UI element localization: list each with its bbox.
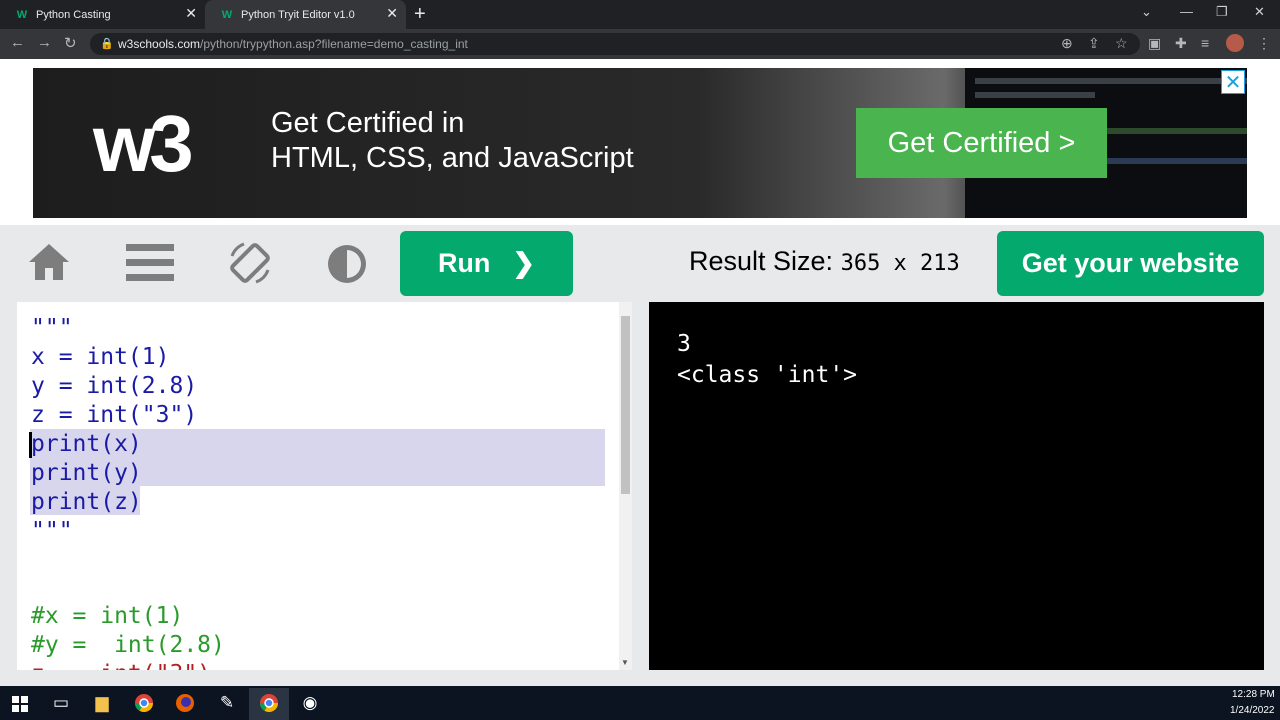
result-output [649, 302, 1264, 670]
new-tab-icon[interactable]: + [414, 3, 426, 26]
zoom-icon[interactable]: ⊕ [1061, 35, 1073, 52]
firefox-icon[interactable] [172, 690, 198, 716]
get-certified-button[interactable]: Get Certified > [856, 108, 1107, 178]
restore-icon[interactable]: ❐ [1216, 4, 1228, 20]
tab-search-icon[interactable]: ⌄ [1141, 4, 1152, 20]
menu-icon[interactable] [126, 244, 174, 282]
code-editor[interactable]: """ x = int(1) y = int(2.8) z = int("3")… [17, 302, 632, 670]
code-line[interactable]: y = int(2.8) [31, 372, 197, 401]
w3schools-favicon-icon: W [221, 8, 233, 21]
window-close-icon[interactable]: ✕ [1254, 4, 1265, 20]
editor-scrollbar-thumb[interactable] [621, 316, 630, 494]
close-tab-icon[interactable]: ✕ [386, 5, 398, 22]
theme-contrast-icon[interactable] [326, 243, 368, 285]
w3-logo: w3 [93, 99, 194, 188]
w3schools-favicon-icon: W [16, 8, 28, 21]
reload-icon[interactable]: ↻ [64, 34, 77, 52]
taskbar-time[interactable]: 12:28 PM [1232, 689, 1275, 700]
puzzle-icon[interactable]: ✚ [1175, 35, 1187, 52]
result-size-value: 365 x 213 [840, 251, 960, 276]
forward-icon[interactable]: → [37, 34, 52, 51]
lock-icon[interactable]: 🔒 [100, 37, 114, 50]
close-tab-icon[interactable]: ✕ [185, 5, 197, 22]
windows-start-icon[interactable] [12, 696, 28, 712]
code-line[interactable]: print(z) [31, 488, 142, 517]
profile-avatar[interactable] [1226, 34, 1244, 52]
result-size-label: Result Size: [689, 246, 834, 276]
chrome-active-icon[interactable] [256, 690, 282, 716]
obs-icon[interactable]: ◉ [297, 690, 323, 716]
chrome-icon[interactable] [131, 690, 157, 716]
chevron-right-icon: ❯ [512, 248, 536, 278]
rotate-layout-icon[interactable] [226, 240, 274, 286]
tab-tryit-editor[interactable]: W Python Tryit Editor v1.0 ✕ [205, 0, 406, 29]
ad-headline-line2: HTML, CSS, and JavaScript [271, 142, 634, 174]
tab-python-casting[interactable]: W Python Casting ✕ [0, 0, 205, 29]
media-icon[interactable]: ≡ [1201, 35, 1209, 51]
home-icon[interactable] [27, 242, 71, 282]
output-line: 3 [677, 331, 691, 357]
ad-close-icon[interactable]: ✕ [1221, 70, 1245, 94]
get-your-website-button[interactable]: Get your website [997, 231, 1264, 296]
url-text[interactable]: w3schools.com/python/trypython.asp?filen… [118, 37, 468, 51]
code-line[interactable]: x = int(1) [31, 343, 169, 372]
code-line[interactable]: """ [31, 314, 73, 343]
scroll-down-arrow-icon[interactable]: ▼ [621, 658, 629, 667]
tab-title: Python Tryit Editor v1.0 [241, 8, 355, 21]
code-line[interactable]: z = int("3") [31, 401, 197, 430]
minimize-icon[interactable]: — [1180, 4, 1193, 19]
result-size: Result Size: 365 x 213 [689, 246, 960, 277]
back-icon[interactable]: ← [10, 34, 25, 51]
code-line-comment[interactable]: #y = int(2.8) [31, 631, 225, 660]
text-cursor-icon [29, 432, 32, 458]
code-line-comment[interactable]: #x = int(1) [31, 602, 183, 631]
menu-kebab-icon[interactable]: ⋮ [1257, 35, 1271, 52]
task-view-icon[interactable]: ▭ [48, 690, 74, 716]
bookmark-star-icon[interactable]: ☆ [1115, 35, 1128, 52]
output-line: <class 'int'> [677, 362, 858, 388]
ad-headline-line1: Get Certified in [271, 107, 465, 139]
extension-icon[interactable]: ▣ [1148, 35, 1161, 52]
run-button[interactable]: Run ❯ [400, 231, 573, 296]
code-line[interactable]: """ [31, 517, 73, 546]
tab-title: Python Casting [36, 8, 111, 21]
code-line[interactable]: z = int("3") [31, 660, 211, 670]
code-line[interactable]: print(x) [31, 430, 142, 459]
taskbar-date[interactable]: 1/24/2022 [1230, 705, 1275, 716]
share-icon[interactable]: ⇪ [1088, 35, 1100, 52]
code-line[interactable]: print(y) [31, 459, 142, 488]
ad-banner[interactable]: w3 Get Certified in HTML, CSS, and JavaS… [33, 68, 1247, 218]
run-label: Run [437, 248, 491, 278]
paint-app-icon[interactable]: ✎ [214, 690, 240, 716]
file-explorer-icon[interactable]: ▆ [89, 690, 115, 716]
